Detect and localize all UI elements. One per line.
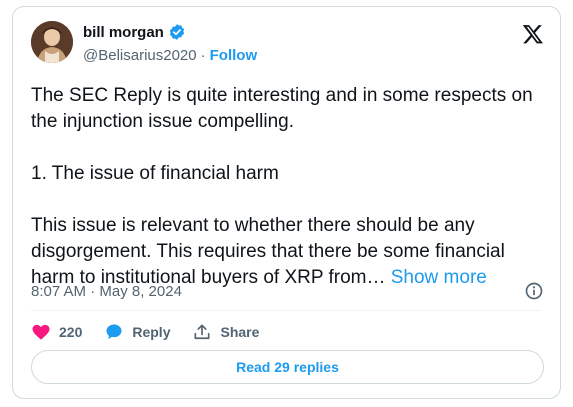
tweet-text: The SEC Reply is quite interesting and i… <box>31 83 551 291</box>
verified-badge-icon <box>169 24 184 40</box>
avatar[interactable] <box>31 21 73 63</box>
share-label: Share <box>220 324 260 340</box>
tweet-timestamp[interactable]: 8:07 AM · May 8, 2024 <box>31 283 182 300</box>
follow-button[interactable]: Follow <box>210 47 258 64</box>
divider <box>31 310 542 311</box>
reply-button[interactable]: Reply <box>104 322 170 342</box>
x-logo-icon[interactable] <box>522 23 544 45</box>
author-handle-row: @Belisarius2020 · Follow <box>83 47 257 64</box>
author-name-row: bill morgan <box>83 23 186 41</box>
like-count: 220 <box>59 324 83 340</box>
reply-bubble-icon <box>106 324 122 340</box>
action-bar: 220 Reply Share <box>31 321 281 343</box>
show-more-link[interactable]: Show more <box>391 267 487 288</box>
read-replies-button[interactable]: Read 29 replies <box>31 350 544 384</box>
info-icon[interactable] <box>524 281 544 301</box>
like-button[interactable]: 220 <box>31 322 82 342</box>
handle-separator: · <box>200 47 206 64</box>
author-display-name[interactable]: bill morgan <box>83 24 164 41</box>
author-handle[interactable]: @Belisarius2020 <box>83 47 197 64</box>
heart-icon <box>32 324 50 340</box>
avatar-image <box>31 21 73 63</box>
tweet-body: The SEC Reply is quite interesting and i… <box>31 85 533 288</box>
share-button[interactable]: Share <box>192 322 259 342</box>
reply-label: Reply <box>132 324 171 340</box>
tweet-card: bill morgan @Belisarius2020 · Follow The… <box>12 6 561 399</box>
share-icon <box>194 324 210 340</box>
